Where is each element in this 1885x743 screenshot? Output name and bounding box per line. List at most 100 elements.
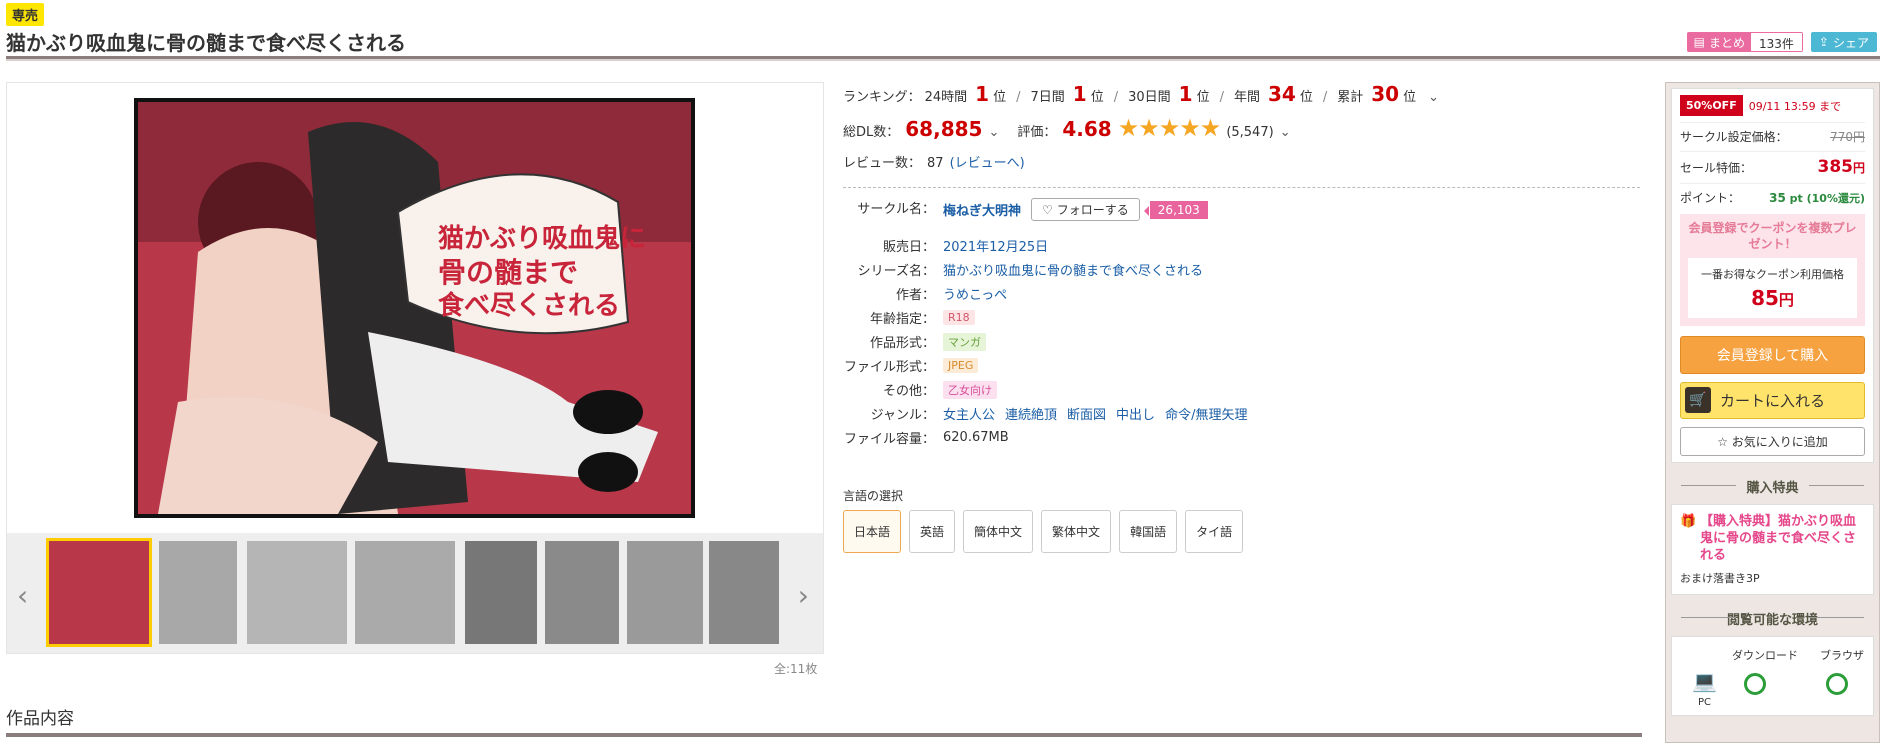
language-label: 言語の選択	[843, 489, 904, 503]
matome-count: 133件	[1751, 33, 1802, 51]
language-option[interactable]: 繁体中文	[1041, 510, 1112, 553]
image-count: 全:11枚	[774, 662, 818, 676]
price-box: 50%OFF 09/11 13:59 まで サークル設定価格： 770円 セール…	[1671, 88, 1874, 463]
thumbnail[interactable]	[159, 541, 237, 644]
bonus-title: 【購入特典】猫かぶり吸血鬼に骨の髄まで食べ尽くされる	[1700, 514, 1857, 563]
thumbnail[interactable]	[709, 541, 779, 644]
thumbnail[interactable]	[247, 541, 347, 644]
circle-price: 770円	[1830, 130, 1865, 144]
ranking-value: 1	[1178, 82, 1193, 106]
author-link[interactable]: うめこっぺ	[943, 284, 1007, 303]
ranking-value: 34	[1268, 82, 1296, 106]
browser-column-label: ブラウザ	[1820, 649, 1864, 662]
thumbnail[interactable]	[465, 541, 537, 644]
chevron-down-icon[interactable]: ⌄	[1280, 125, 1291, 140]
thumbnail[interactable]	[46, 538, 152, 647]
share-label: シェア	[1832, 35, 1869, 50]
available-icon	[1744, 673, 1766, 695]
main-cover-image[interactable]: 猫かぶり吸血鬼に 骨の髄まで 食べ尽くされる	[134, 98, 695, 518]
bonus-desc: おまけ落書き3P	[1680, 572, 1760, 585]
follower-count: 26,103	[1143, 200, 1208, 219]
exclusive-badge: 専売	[6, 3, 45, 26]
point-label: ポイント：	[1680, 191, 1741, 205]
review-link[interactable]: (レビューへ)	[950, 152, 1025, 171]
stats-row: 総DL数： 68,885 ⌄ 評価： 4.68 ★★★★★ (5,547) ⌄	[843, 114, 1643, 142]
ranking-unit: 位	[1299, 90, 1313, 105]
other-tag[interactable]: 乙女向け	[943, 380, 997, 399]
register-purchase-button[interactable]: 会員登録して購入	[1680, 336, 1865, 374]
ranking-period: 年間	[1233, 90, 1260, 105]
genre-link[interactable]: 女主人公	[943, 404, 995, 423]
share-button[interactable]: ⇪ シェア	[1810, 32, 1877, 52]
cover-title-line-1: 猫かぶり吸血鬼に	[438, 223, 646, 254]
discount-row: 50%OFF 09/11 13:59 まで	[1680, 95, 1865, 116]
dl-value: 68,885	[905, 117, 983, 141]
ranking-unit: 位	[1090, 90, 1104, 105]
discount-deadline: 09/11 13:59 まで	[1748, 99, 1842, 113]
thumbnail[interactable]	[545, 541, 619, 644]
star-icon: ☆	[1717, 435, 1728, 449]
author-label: 作者：	[895, 288, 935, 303]
pc-row-label: PC	[1698, 697, 1712, 708]
purchase-sidebar: 50%OFF 09/11 13:59 まで サークル設定価格： 770円 セール…	[1665, 82, 1880, 743]
coupon-price-unit: 円	[1778, 291, 1794, 309]
language-option[interactable]: タイ語	[1185, 510, 1244, 553]
rating-value: 4.68	[1062, 117, 1112, 141]
matome-button[interactable]: ▤ まとめ 133件	[1686, 32, 1803, 52]
genre-link[interactable]: 連続絶頂	[1005, 404, 1057, 423]
available-icon	[1826, 673, 1848, 695]
circle-price-label: サークル設定価格：	[1680, 130, 1788, 144]
language-option[interactable]: 簡体中文	[963, 510, 1034, 553]
follow-button[interactable]: ♡ フォローする	[1031, 198, 1140, 221]
genre-link[interactable]: 中出し	[1116, 404, 1155, 423]
bookmark-icon: ▤	[1693, 35, 1705, 49]
series-link[interactable]: 猫かぶり吸血鬼に骨の髄まで食べ尽くされる	[943, 260, 1203, 279]
page-title: 猫かぶり吸血鬼に骨の髄まで食べ尽くされる	[6, 31, 406, 55]
coupon-price-box: 一番お得なクーポン利用価格 85円	[1688, 258, 1857, 318]
genre-label: ジャンル：	[870, 408, 935, 423]
genre-link[interactable]: 断面図	[1067, 404, 1106, 423]
add-to-cart-button[interactable]: 🛒 カートに入れる	[1680, 382, 1865, 419]
type-tag[interactable]: マンガ	[943, 332, 986, 351]
chevron-right-icon[interactable]: ›	[798, 579, 809, 612]
add-favorite-button[interactable]: ☆ お気に入りに追加	[1680, 427, 1865, 456]
review-row: レビュー数： 87 (レビューへ)	[843, 152, 1643, 171]
thumbnail[interactable]	[355, 541, 455, 644]
work-info: ランキング： 24時間 1 位/ 7日間 1 位/ 30日間 1 位 / 年間 34 位 / 累計 3…	[843, 82, 1643, 553]
ranking-period: 24時間	[924, 90, 968, 105]
coupon-box[interactable]: 会員登録でクーポンを複数プレゼント！ 一番お得なクーポン利用価格 85円	[1680, 214, 1865, 326]
language-option[interactable]: 韓国語	[1119, 510, 1178, 553]
circle-label: サークル名：	[857, 202, 935, 217]
chevron-down-icon[interactable]: ⌄	[1428, 90, 1439, 105]
file-format-tag[interactable]: JPEG	[943, 358, 979, 373]
age-tag[interactable]: R18	[943, 310, 975, 325]
point-row: ポイント： 35 pt (10%還元)	[1680, 183, 1865, 206]
follow-label: フォローする	[1056, 203, 1129, 217]
circle-name-link[interactable]: 梅ねぎ大明神	[943, 200, 1021, 219]
environment-heading: 閲覧可能な環境	[1671, 609, 1874, 628]
discount-badge: 50%OFF	[1680, 95, 1743, 116]
age-label: 年齢指定：	[869, 312, 935, 327]
cart-label: カートに入れる	[1719, 392, 1825, 410]
language-option[interactable]: 英語	[909, 510, 956, 553]
sale-price-label: セール特価：	[1680, 161, 1753, 175]
rating-stars-icon: ★★★★★	[1117, 114, 1222, 142]
genre-link[interactable]: 命令/無理矢理	[1165, 404, 1247, 423]
thumbnail[interactable]	[627, 541, 703, 644]
coupon-price: 85	[1751, 286, 1779, 310]
title-divider	[6, 56, 1880, 61]
thumbnail-strip: ‹ ›	[7, 533, 823, 653]
review-label: レビュー数：	[843, 156, 922, 171]
chevron-down-icon[interactable]: ⌄	[988, 125, 999, 140]
bonus-box[interactable]: 🎁 【購入特典】猫かぶり吸血鬼に骨の髄まで食べ尽くされる おまけ落書き3P	[1671, 504, 1874, 595]
info-divider	[843, 187, 1640, 188]
ranking-unit: 位	[1196, 90, 1210, 105]
ranking-row: ランキング： 24時間 1 位/ 7日間 1 位/ 30日間 1 位 / 年間 34 位 / 累計 3…	[843, 82, 1440, 106]
ranking-value: 30	[1371, 82, 1400, 106]
image-gallery: 猫かぶり吸血鬼に 骨の髄まで 食べ尽くされる ‹ ›	[6, 82, 824, 654]
sale-price: 385	[1817, 157, 1853, 177]
download-column-label: ダウンロード	[1732, 649, 1798, 662]
release-date-link[interactable]: 2021年12月25日	[943, 236, 1048, 255]
chevron-left-icon[interactable]: ‹	[17, 579, 28, 612]
language-option[interactable]: 日本語	[843, 510, 902, 553]
